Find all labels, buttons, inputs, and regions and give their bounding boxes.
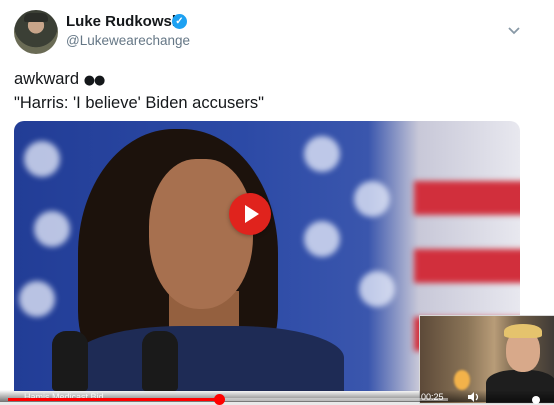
settings-icon[interactable] [532,396,540,404]
chevron-down-icon[interactable] [506,22,522,38]
eyes-emoji-icon: ●● [83,73,106,88]
tweet-text-line1: awkward [14,70,80,88]
author-name[interactable]: Luke Rudkowski [66,13,184,30]
verified-badge-icon: ✓ [172,14,187,29]
flag-star [354,181,390,217]
author-avatar[interactable] [14,10,58,54]
flag-star [304,221,340,257]
tweet-text: awkward ●● "Harris: 'I believe' Biden ac… [14,68,264,115]
scrubber-handle[interactable] [214,394,226,405]
flag-star [19,281,55,317]
flag-stripe [414,249,520,283]
time-display: 00:25 [421,392,444,402]
microphone [52,331,88,391]
subject-jacket [74,326,344,391]
webcam-person-hair [504,324,542,338]
youtube-play-icon[interactable] [229,193,271,235]
progress-bar[interactable] [8,394,448,405]
subject-face [149,159,253,309]
flag-star [304,136,340,172]
flag-star [359,271,395,307]
flag-star [34,211,70,247]
progress-fill [8,398,220,401]
tweet-text-line2: "Harris: 'I believe' Biden accusers" [14,94,265,112]
flag-stripe [414,181,520,215]
microphone [142,331,178,391]
flag-star [24,141,60,177]
tweet-card: Luke Rudkowski ✓ @Lukewearechange awkwar… [0,0,554,405]
volume-icon[interactable] [468,392,480,402]
lamp [454,370,470,390]
author-handle[interactable]: @Lukewearechange [66,33,190,48]
